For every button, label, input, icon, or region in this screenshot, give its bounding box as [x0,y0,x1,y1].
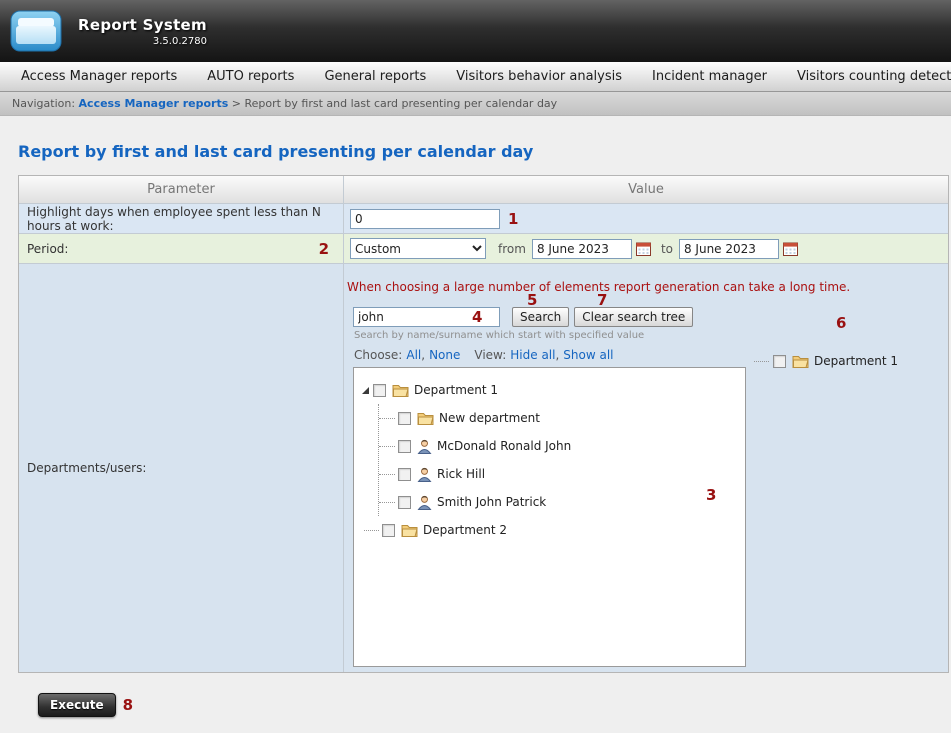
tree-row-smith-john-patrick[interactable]: Smith John Patrick [379,488,737,516]
app-title: Report System [78,16,207,34]
generation-warning-text: When choosing a large number of elements… [347,280,948,294]
tab-visitors-counting-detectors[interactable]: Visitors counting detectors [782,62,951,91]
column-header-parameter: Parameter [19,176,344,203]
app-header: Report System 3.5.0.2780 [0,0,951,62]
breadcrumb-prefix: Navigation: [12,97,75,110]
user-checkbox[interactable] [398,468,411,481]
search-hint: Search by name/surname which start with … [354,330,948,341]
collapse-toggle-icon[interactable] [362,387,369,394]
departments-users-label: Departments/users: [19,264,344,672]
breadcrumb-separator: > [232,97,241,110]
annotation-3: 3 [706,486,716,504]
user-icon [417,495,432,510]
hours-input[interactable] [350,209,500,229]
execute-button[interactable]: Execute [38,693,116,717]
from-label: from [498,242,526,256]
page-title: Report by first and last card presenting… [18,142,949,161]
folder-icon [417,411,434,425]
user-icon [417,467,432,482]
user-icon [417,439,432,454]
search-row: Search Clear search tree [353,307,948,327]
choose-none-link[interactable]: None [429,348,460,362]
parameters-table: Parameter Value Highlight days when empl… [18,175,949,673]
clear-search-tree-button[interactable]: Clear search tree [574,307,693,327]
date-to-input[interactable] [679,239,779,259]
tree-label: Smith John Patrick [437,495,546,509]
tree-row-department-2[interactable]: Department 2 [362,516,737,544]
view-show-all-link[interactable]: Show all [563,348,613,362]
app-logo-icon [10,7,64,55]
annotation-8: 8 [123,696,133,714]
annotation-1: 1 [508,210,518,228]
tree-label: Department 1 [414,383,498,397]
tree-label: Department 1 [814,354,898,368]
tree-label: Department 2 [423,523,507,537]
annotation-5: 5 [527,291,537,309]
main-nav: Access Manager reports AUTO reports Gene… [0,62,951,92]
annotation-7: 7 [597,291,607,309]
department-1-checkbox[interactable] [373,384,386,397]
tab-access-manager-reports[interactable]: Access Manager reports [6,62,192,91]
view-label: View: [474,348,506,362]
tab-incident-manager[interactable]: Incident manager [637,62,782,91]
department-1-children: New department McDonald [378,404,737,516]
app-title-block: Report System 3.5.0.2780 [78,16,207,47]
breadcrumb-current: Report by first and last card presenting… [244,97,557,110]
app-version: 3.5.0.2780 [78,36,207,47]
tree-label: McDonald Ronald John [437,439,571,453]
search-result-tree[interactable]: Department 1 [754,354,898,368]
tab-visitors-behavior-analysis[interactable]: Visitors behavior analysis [441,62,637,91]
folder-icon [401,523,418,537]
row-highlight-hours: Highlight days when employee spent less … [19,204,948,234]
calendar-from-icon[interactable] [636,242,651,256]
folder-icon [392,383,409,397]
row-departments-users: Departments/users: When choosing a large… [19,264,948,672]
breadcrumb: Navigation: Access Manager reports > Rep… [0,92,951,116]
departments-value-cell: When choosing a large number of elements… [344,264,948,672]
breadcrumb-link-access-manager[interactable]: Access Manager reports [79,97,229,110]
period-label: Period: [27,242,68,256]
folder-icon [792,354,809,368]
column-header-value: Value [344,176,948,203]
new-department-checkbox[interactable] [398,412,411,425]
result-department-1-checkbox[interactable] [773,355,786,368]
annotation-6: 6 [836,314,846,332]
calendar-to-icon[interactable] [783,242,798,256]
department-2-checkbox[interactable] [382,524,395,537]
tree-label: New department [439,411,540,425]
tab-general-reports[interactable]: General reports [309,62,441,91]
tree-row-new-department[interactable]: New department [379,404,737,432]
main-content: Report by first and last card presenting… [0,116,951,717]
tree-label: Rick Hill [437,467,485,481]
table-header-row: Parameter Value [19,176,948,204]
view-hide-all-link[interactable]: Hide all [510,348,555,362]
highlight-hours-label: Highlight days when employee spent less … [19,204,344,233]
to-label: to [661,242,673,256]
user-checkbox[interactable] [398,440,411,453]
search-button[interactable]: Search [512,307,569,327]
departments-tree-panel: Department 1 New department [353,367,746,667]
date-from-input[interactable] [532,239,632,259]
tree-row-mcdonald-ronald-john[interactable]: McDonald Ronald John [379,432,737,460]
choose-all-link[interactable]: All [406,348,421,362]
tree-row-rick-hill[interactable]: Rick Hill [379,460,737,488]
footer-bar: Execute 8 [38,693,949,717]
tab-auto-reports[interactable]: AUTO reports [192,62,309,91]
row-period: Period: 2 Custom from to [19,234,948,264]
user-checkbox[interactable] [398,496,411,509]
annotation-4: 4 [472,308,482,326]
annotation-2: 2 [319,240,329,258]
choose-label: Choose: [354,348,402,362]
tree-row-department-1[interactable]: Department 1 [362,376,737,404]
period-select[interactable]: Custom [350,238,486,259]
